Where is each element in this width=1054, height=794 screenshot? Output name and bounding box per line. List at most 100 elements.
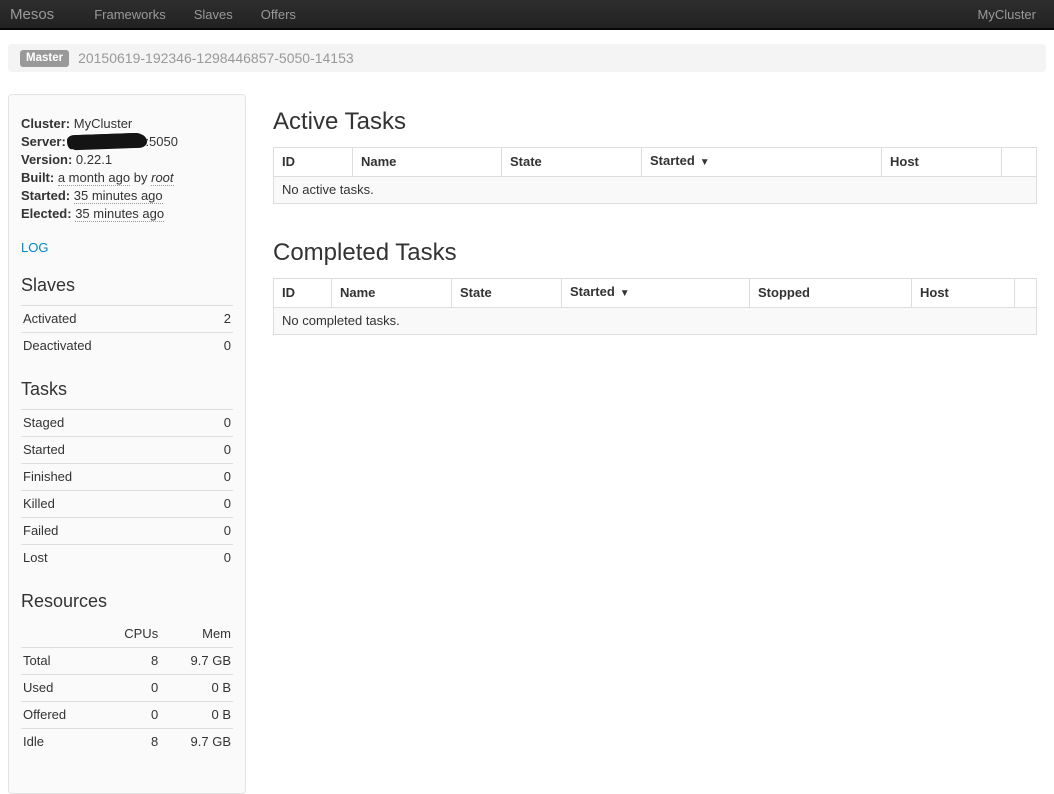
tasks-staged-label: Staged xyxy=(21,410,196,437)
completed-col-host[interactable]: Host xyxy=(912,279,1015,308)
info-started: Started: 35 minutes ago xyxy=(21,187,233,205)
tasks-killed-value: 0 xyxy=(196,491,233,518)
table-row: Staged 0 xyxy=(21,410,233,437)
sort-desc-icon: ▼ xyxy=(700,157,710,168)
tasks-staged-value: 0 xyxy=(196,410,233,437)
info-version-value: 0.22.1 xyxy=(76,152,112,167)
completed-col-actions xyxy=(1015,279,1037,308)
completed-col-started-label: Started xyxy=(570,284,615,299)
active-tasks-table: ID Name State Started ▼ Host No active ta… xyxy=(273,147,1037,204)
resources-header-blank xyxy=(21,621,98,648)
sort-desc-icon: ▼ xyxy=(620,288,630,299)
table-row: No completed tasks. xyxy=(274,308,1037,335)
info-started-value: 35 minutes ago xyxy=(74,188,163,204)
info-built-label: Built: xyxy=(21,170,54,185)
info-built-value: a month ago xyxy=(58,170,130,186)
table-row: Total 8 9.7 GB xyxy=(21,648,233,675)
info-built: Built: a month ago by root xyxy=(21,169,233,187)
tasks-failed-label: Failed xyxy=(21,518,196,545)
active-col-name[interactable]: Name xyxy=(353,148,502,177)
table-row: Used 0 0 B xyxy=(21,675,233,702)
master-info-list: Cluster: MyCluster Server: :5050 Version… xyxy=(21,115,233,223)
tasks-lost-value: 0 xyxy=(196,545,233,572)
completed-tasks-title: Completed Tasks xyxy=(273,239,1036,267)
active-col-actions xyxy=(1002,148,1037,177)
info-version-label: Version: xyxy=(21,152,72,167)
tasks-lost-label: Lost xyxy=(21,545,196,572)
completed-tasks-empty-message: No completed tasks. xyxy=(274,308,1037,335)
info-elected: Elected: 35 minutes ago xyxy=(21,205,233,223)
resources-header-mem: Mem xyxy=(160,621,233,648)
completed-col-name[interactable]: Name xyxy=(332,279,452,308)
resources-stats-table: CPUs Mem Total 8 9.7 GB Used 0 0 B Offer… xyxy=(21,621,233,755)
info-elected-value: 35 minutes ago xyxy=(75,206,164,222)
top-navbar: Mesos Frameworks Slaves Offers MyCluster xyxy=(0,0,1054,30)
breadcrumb: Master 20150619-192346-1298446857-5050-1… xyxy=(8,44,1046,72)
active-col-started-label: Started xyxy=(650,153,695,168)
master-info-panel: Cluster: MyCluster Server: :5050 Version… xyxy=(8,94,246,794)
table-header-row: ID Name State Started ▼ Stopped Host xyxy=(274,279,1037,308)
resources-offered-mem: 0 B xyxy=(160,702,233,729)
table-row: No active tasks. xyxy=(274,177,1037,204)
info-server: Server: :5050 xyxy=(21,133,233,151)
resources-offered-label: Offered xyxy=(21,702,98,729)
active-col-state[interactable]: State xyxy=(502,148,642,177)
completed-col-state[interactable]: State xyxy=(452,279,562,308)
completed-col-id[interactable]: ID xyxy=(274,279,332,308)
tasks-started-value: 0 xyxy=(196,437,233,464)
nav-item-frameworks[interactable]: Frameworks xyxy=(80,7,180,22)
table-row: Finished 0 xyxy=(21,464,233,491)
master-badge: Master xyxy=(20,50,69,67)
slaves-activated-label: Activated xyxy=(21,306,205,333)
resources-used-mem: 0 B xyxy=(160,675,233,702)
resources-offered-cpus: 0 xyxy=(98,702,160,729)
resources-idle-cpus: 8 xyxy=(98,729,160,756)
info-version: Version: 0.22.1 xyxy=(21,151,233,169)
nav-item-slaves[interactable]: Slaves xyxy=(180,7,247,22)
resources-section-title: Resources xyxy=(21,590,233,612)
table-row: Started 0 xyxy=(21,437,233,464)
active-col-id[interactable]: ID xyxy=(274,148,353,177)
active-tasks-empty-message: No active tasks. xyxy=(274,177,1037,204)
table-row: Killed 0 xyxy=(21,491,233,518)
table-row: Deactivated 0 xyxy=(21,333,233,360)
table-row: Failed 0 xyxy=(21,518,233,545)
resources-used-cpus: 0 xyxy=(98,675,160,702)
resources-total-cpus: 8 xyxy=(98,648,160,675)
active-col-host[interactable]: Host xyxy=(882,148,1002,177)
resources-idle-mem: 9.7 GB xyxy=(160,729,233,756)
brand-mesos[interactable]: Mesos xyxy=(10,6,54,23)
resources-header-cpus: CPUs xyxy=(98,621,160,648)
tasks-started-label: Started xyxy=(21,437,196,464)
tasks-finished-label: Finished xyxy=(21,464,196,491)
completed-col-started[interactable]: Started ▼ xyxy=(562,279,750,308)
info-cluster: Cluster: MyCluster xyxy=(21,115,233,133)
info-server-port: :5050 xyxy=(145,134,178,149)
active-col-started[interactable]: Started ▼ xyxy=(642,148,882,177)
tasks-stats-table: Staged 0 Started 0 Finished 0 Killed 0 F… xyxy=(21,409,233,571)
table-header-row: ID Name State Started ▼ Host xyxy=(274,148,1037,177)
slaves-deactivated-value: 0 xyxy=(205,333,233,360)
info-started-label: Started: xyxy=(21,188,70,203)
info-cluster-value: MyCluster xyxy=(74,116,133,131)
resources-used-label: Used xyxy=(21,675,98,702)
active-tasks-title: Active Tasks xyxy=(273,108,1036,136)
nav-item-offers[interactable]: Offers xyxy=(247,7,310,22)
completed-tasks-table: ID Name State Started ▼ Stopped Host No c… xyxy=(273,278,1037,335)
table-row: Lost 0 xyxy=(21,545,233,572)
info-cluster-label: Cluster: xyxy=(21,116,70,131)
table-row: Idle 8 9.7 GB xyxy=(21,729,233,756)
server-address-redaction-blob xyxy=(69,133,145,150)
slaves-activated-value: 2 xyxy=(205,306,233,333)
completed-col-stopped[interactable]: Stopped xyxy=(750,279,912,308)
navbar-cluster-name: MyCluster xyxy=(977,7,1044,22)
active-tasks-section: Active Tasks ID Name State Started ▼ Host xyxy=(273,108,1036,204)
tasks-failed-value: 0 xyxy=(196,518,233,545)
info-built-by: by xyxy=(134,170,148,185)
resources-total-label: Total xyxy=(21,648,98,675)
slaves-section-title: Slaves xyxy=(21,274,233,296)
log-link[interactable]: LOG xyxy=(21,240,48,255)
tasks-section-title: Tasks xyxy=(21,378,233,400)
completed-tasks-section: Completed Tasks ID Name State Started ▼ S… xyxy=(273,239,1036,335)
tasks-killed-label: Killed xyxy=(21,491,196,518)
